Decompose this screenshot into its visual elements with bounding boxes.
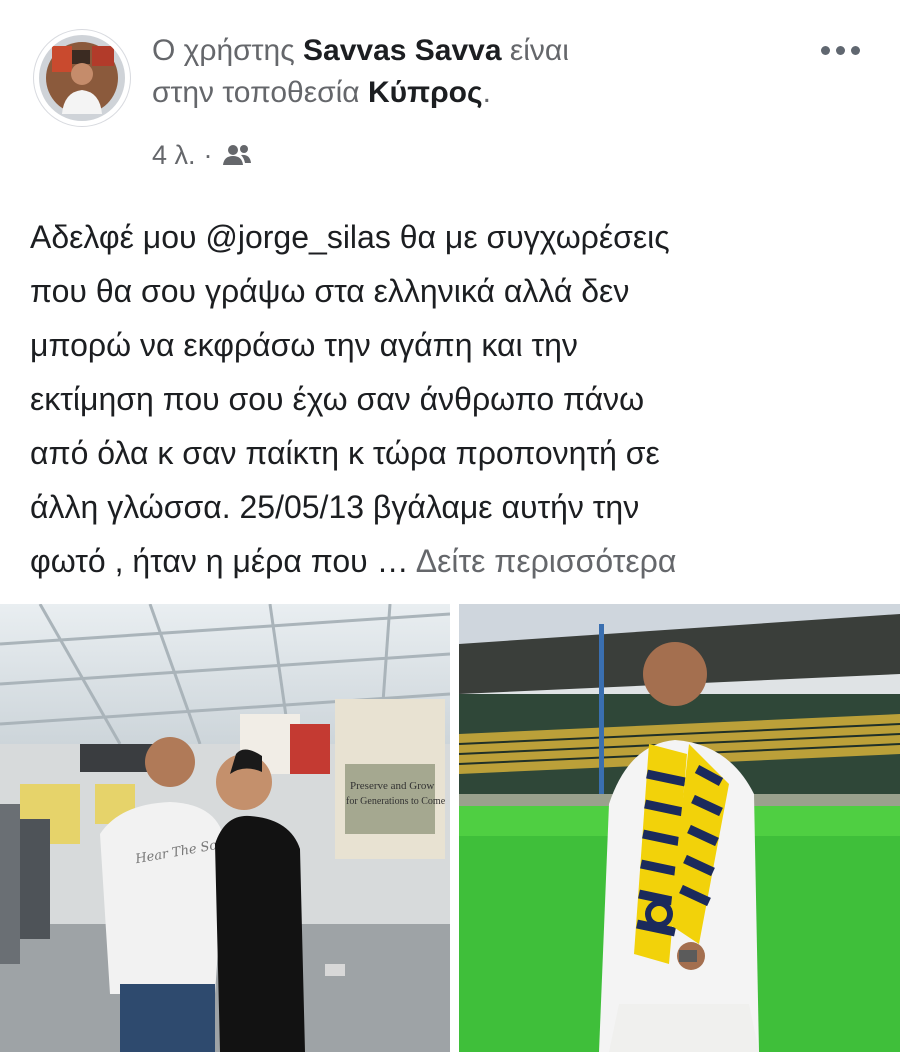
post-author-line: Ο χρήστης Savvas Savva είναι στην τοποθε… xyxy=(152,30,772,114)
post-text-line: που θα σου γράψω στα ελληνικά αλλά δεν xyxy=(30,273,630,309)
photo-grid: Preserve and Grow for Generations to Com… xyxy=(0,604,900,1054)
friends-icon[interactable] xyxy=(221,143,253,167)
post-text-line: φωτό , ήταν η μέρα που … xyxy=(30,543,409,579)
post-text: Αδελφέ μου @jorge_silas θα με συγχωρέσει… xyxy=(30,210,880,588)
post-text-line: μπορώ να εκφράσω την αγάπη και την xyxy=(30,327,578,363)
more-dot xyxy=(835,45,845,55)
post-text-line: από όλα κ σαν παίκτη κ τώρα προπονητή σε xyxy=(30,435,660,471)
post-text-line: άλλη γλώσσα. 25/05/13 βγάλαμε αυτήν την xyxy=(30,489,640,525)
post-text-line: εκτίμηση που σου έχω σαν άνθρωπο πάνω xyxy=(30,381,645,417)
location-prefix: στην τοποθεσία xyxy=(152,76,360,109)
more-dot xyxy=(820,45,830,55)
post-meta: 4 λ. · xyxy=(152,135,253,175)
photo-stadium[interactable] xyxy=(459,604,900,1052)
location-suffix: . xyxy=(482,76,491,109)
meta-separator: · xyxy=(203,139,213,170)
sign-text-2: for Generations to Come xyxy=(346,796,446,807)
post-header: Ο χρήστης Savvas Savva είναι στην τοποθε… xyxy=(0,0,900,180)
post-timestamp[interactable]: 4 λ. xyxy=(152,140,196,171)
see-more-link[interactable]: Δείτε περισσότερα xyxy=(416,543,677,579)
location-connector: είναι xyxy=(509,34,569,67)
author-name-link[interactable]: Savvas Savva xyxy=(303,34,502,67)
location-link[interactable]: Κύπρος xyxy=(368,76,483,109)
sign-text-1: Preserve and Grow xyxy=(350,780,434,792)
avatar[interactable] xyxy=(34,30,130,126)
more-dot xyxy=(850,45,860,55)
author-prefix: Ο χρήστης xyxy=(152,34,295,67)
more-options-icon[interactable] xyxy=(810,30,870,70)
post-text-line: Αδελφέ μου @jorge_silas θα με συγχωρέσει… xyxy=(30,219,670,255)
post-text-last-line: φωτό , ήταν η μέρα που … Δείτε περισσότε… xyxy=(30,534,880,588)
photo-airport[interactable]: Preserve and Grow for Generations to Com… xyxy=(0,604,450,1052)
